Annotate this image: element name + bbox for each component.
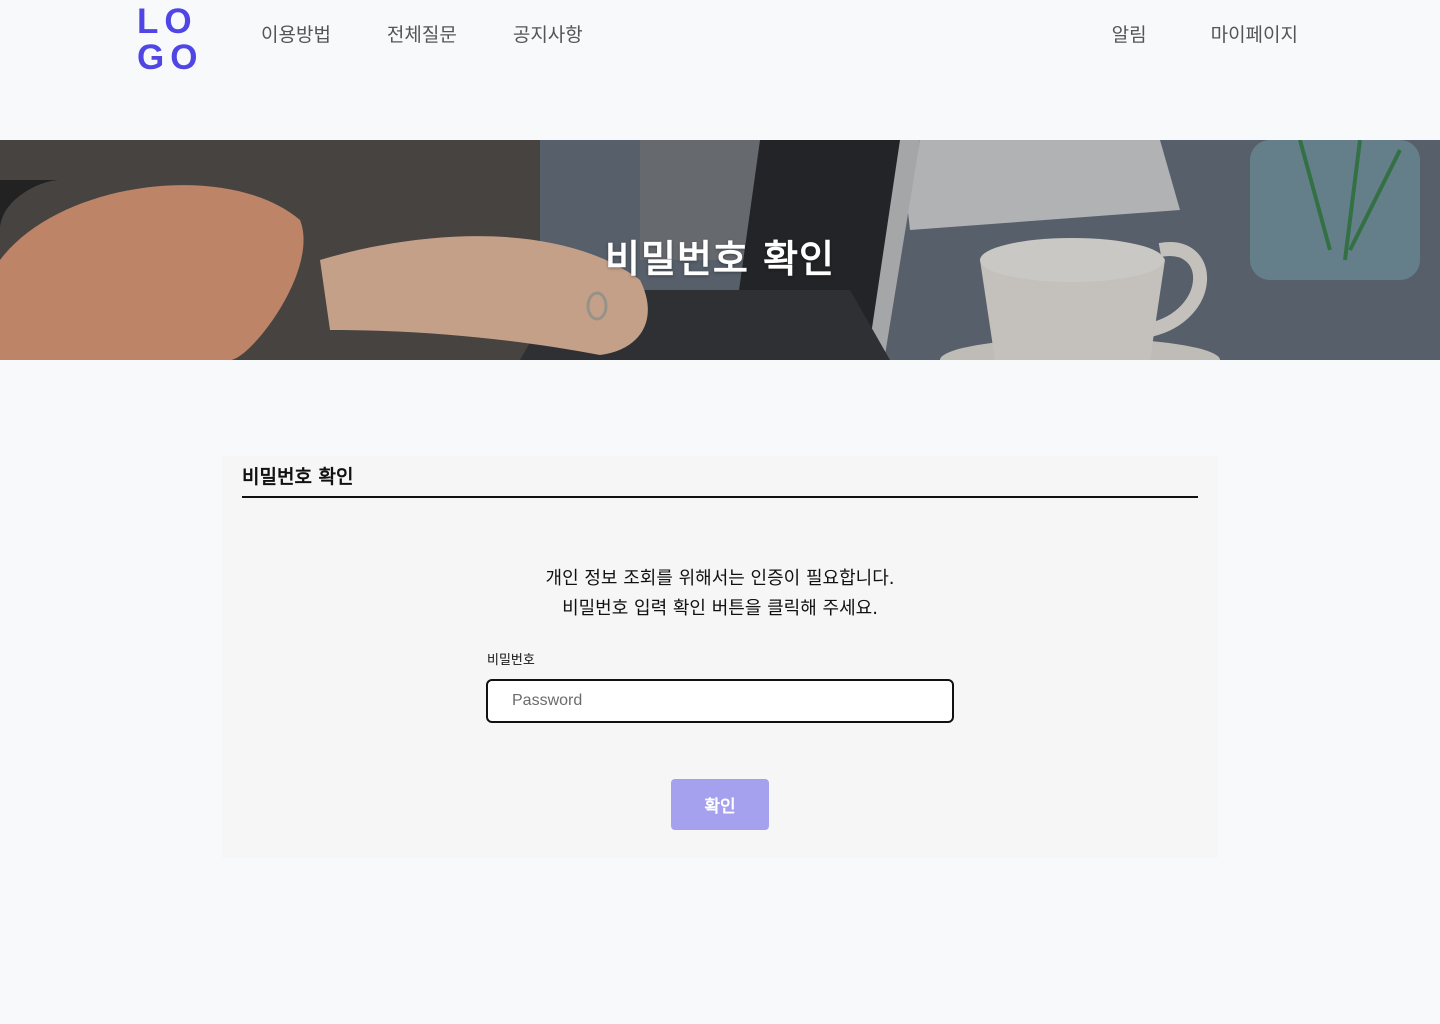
auth-description-line-2: 비밀번호 입력 확인 버튼을 클릭해 주세요. (562, 598, 878, 619)
nav-item-notifications[interactable]: 알림 (1112, 20, 1147, 47)
main-nav: 이용방법 전체질문 공지사항 (261, 20, 639, 47)
nav-item-all-questions[interactable]: 전체질문 (387, 20, 457, 47)
password-confirm-card: 비밀번호 확인 개인 정보 조회를 위해서는 인증이 필요합니다. 비밀번호 입… (222, 456, 1218, 858)
hero-title: 비밀번호 확인 (605, 237, 835, 281)
confirm-button[interactable]: 확인 (671, 779, 769, 830)
header: LO GO 이용방법 전체질문 공지사항 알림 마이페이지 (0, 0, 1440, 140)
logo-line-1: LO (137, 2, 198, 41)
password-label: 비밀번호 (487, 653, 535, 668)
logo[interactable]: LO GO (137, 4, 197, 76)
nav-item-mypage[interactable]: 마이페이지 (1211, 20, 1298, 47)
hero-banner: 비밀번호 확인 (0, 140, 1440, 360)
user-nav: 알림 마이페이지 (1048, 20, 1298, 47)
auth-description-line-1: 개인 정보 조회를 위해서는 인증이 필요합니다. (545, 568, 895, 589)
nav-item-how-to-use[interactable]: 이용방법 (261, 20, 331, 47)
password-input[interactable] (486, 679, 954, 723)
auth-description: 개인 정보 조회를 위해서는 인증이 필요합니다. 비밀번호 입력 확인 버튼을… (222, 564, 1218, 624)
logo-line-2: GO (137, 38, 204, 77)
card-title-divider (242, 496, 1198, 498)
nav-item-notices[interactable]: 공지사항 (513, 20, 583, 47)
card-title: 비밀번호 확인 (242, 466, 354, 488)
page: LO GO 이용방법 전체질문 공지사항 알림 마이페이지 비밀번호 확인 비밀… (0, 0, 1440, 1024)
